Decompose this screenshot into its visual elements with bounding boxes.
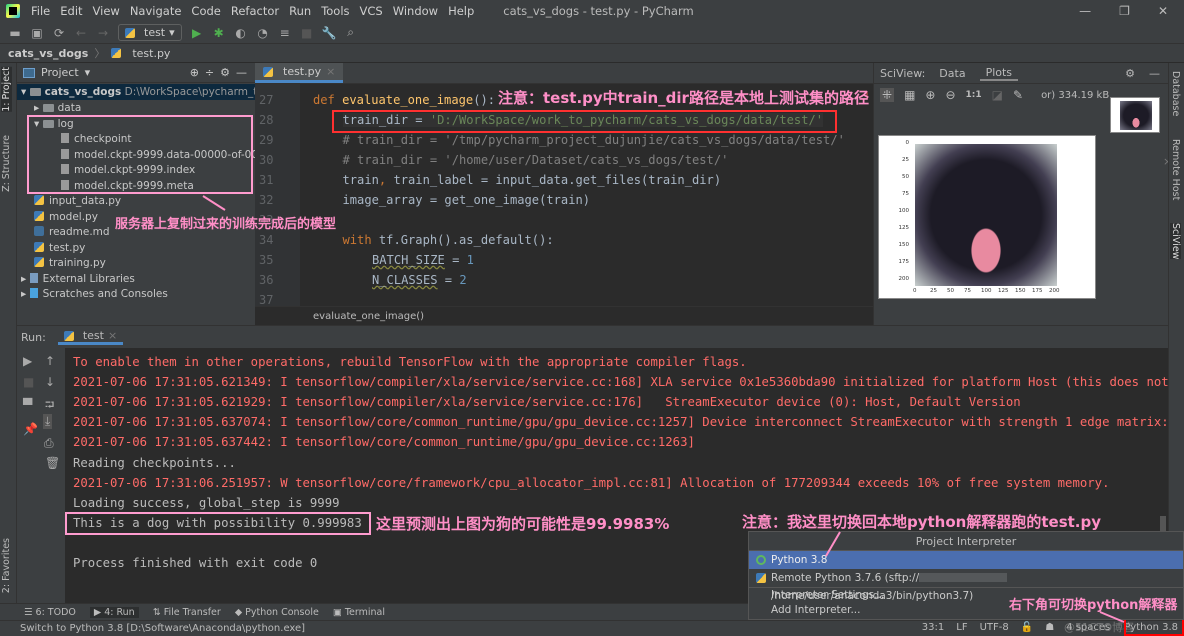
arrow-local-interpreter xyxy=(825,531,841,557)
arrow-model xyxy=(202,195,226,211)
arrow-switch xyxy=(1099,611,1125,623)
annotation-arrows xyxy=(202,195,1125,623)
